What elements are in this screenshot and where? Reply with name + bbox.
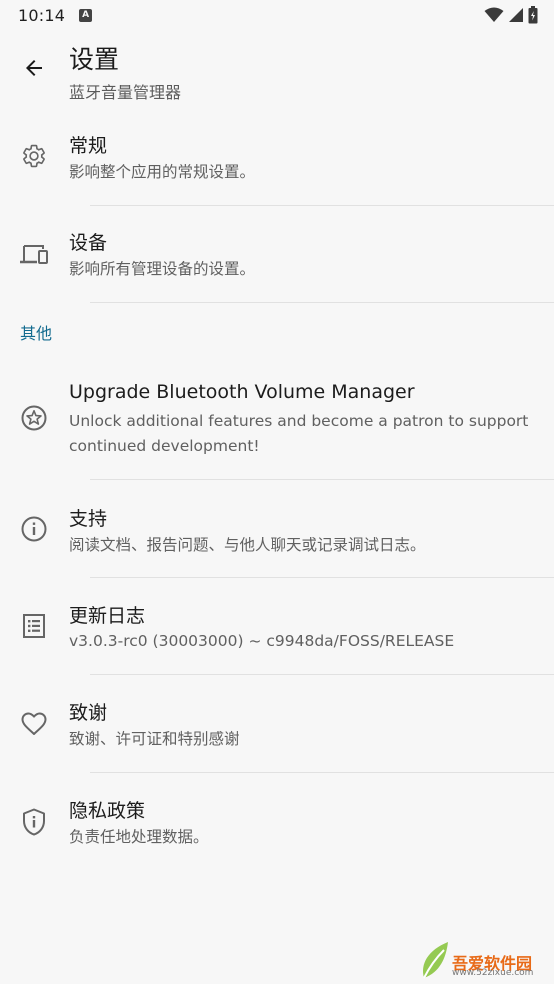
divider: [90, 302, 554, 303]
pref-support[interactable]: 支持 阅读文档、报告问题、与他人聊天或记录调试日志。: [0, 480, 554, 576]
pref-changelog[interactable]: 更新日志 v3.0.3-rc0 (30003000) ~ c9948da/FOS…: [0, 578, 554, 674]
pref-general[interactable]: 常规 影响整个应用的常规设置。: [0, 110, 554, 206]
pref-general-title: 常规: [69, 135, 108, 157]
pref-acknowledgements-summary: 致谢、许可证和特别感谢: [69, 730, 240, 748]
devices-icon: [18, 239, 50, 271]
info-icon: [18, 513, 50, 545]
pref-changelog-summary: v3.0.3-rc0 (30003000) ~ c9948da/FOSS/REL…: [69, 632, 455, 650]
pref-upgrade-summary: Unlock additional features and become a …: [69, 412, 529, 455]
pref-support-summary: 阅读文档、报告问题、与他人聊天或记录调试日志。: [69, 536, 426, 554]
heart-icon: [18, 708, 50, 740]
gear-icon: [18, 140, 50, 172]
wifi-icon: [484, 7, 504, 22]
battery-icon: [528, 6, 538, 24]
star-badge-icon: [18, 402, 50, 434]
pref-devices-title: 设备: [69, 232, 108, 254]
status-bar: 10:14 A: [0, 0, 554, 30]
pref-privacy[interactable]: 隐私政策 负责任地处理数据。: [0, 773, 554, 869]
status-time: 10:14: [18, 5, 66, 25]
back-button[interactable]: [14, 48, 54, 88]
pref-devices-summary: 影响所有管理设备的设置。: [69, 260, 256, 278]
watermark-logo: 吾爱软件园 www.52zixue.com: [418, 926, 550, 982]
pref-general-summary: 影响整个应用的常规设置。: [69, 163, 256, 181]
page-subtitle: 蓝牙音量管理器: [69, 83, 182, 102]
app-bar: 设置 蓝牙音量管理器: [0, 30, 554, 110]
list-icon: [18, 610, 50, 642]
status-icons: [484, 6, 538, 24]
pref-changelog-title: 更新日志: [69, 605, 146, 627]
pref-privacy-title: 隐私政策: [69, 800, 146, 822]
category-header-other: 其他: [20, 324, 53, 343]
pref-support-title: 支持: [69, 508, 108, 530]
pref-privacy-summary: 负责任地处理数据。: [69, 828, 209, 846]
signal-icon: [509, 8, 523, 22]
arrow-back-icon: [26, 60, 42, 76]
watermark-url: www.52zixue.com: [452, 968, 534, 978]
page-title: 设置: [69, 45, 120, 74]
pref-acknowledgements-title: 致谢: [69, 702, 108, 724]
pref-devices[interactable]: 设备 影响所有管理设备的设置。: [0, 206, 554, 302]
notification-icon: A: [79, 8, 93, 22]
pref-upgrade-title: Upgrade Bluetooth Volume Manager: [69, 381, 415, 403]
pref-acknowledgements[interactable]: 致谢 致谢、许可证和特别感谢: [0, 675, 554, 772]
leaf-logo-icon: [423, 942, 448, 979]
notification-letter: A: [82, 10, 90, 20]
shield-icon: [18, 806, 50, 838]
pref-upgrade[interactable]: Upgrade Bluetooth Volume Manager Unlock …: [0, 360, 554, 478]
